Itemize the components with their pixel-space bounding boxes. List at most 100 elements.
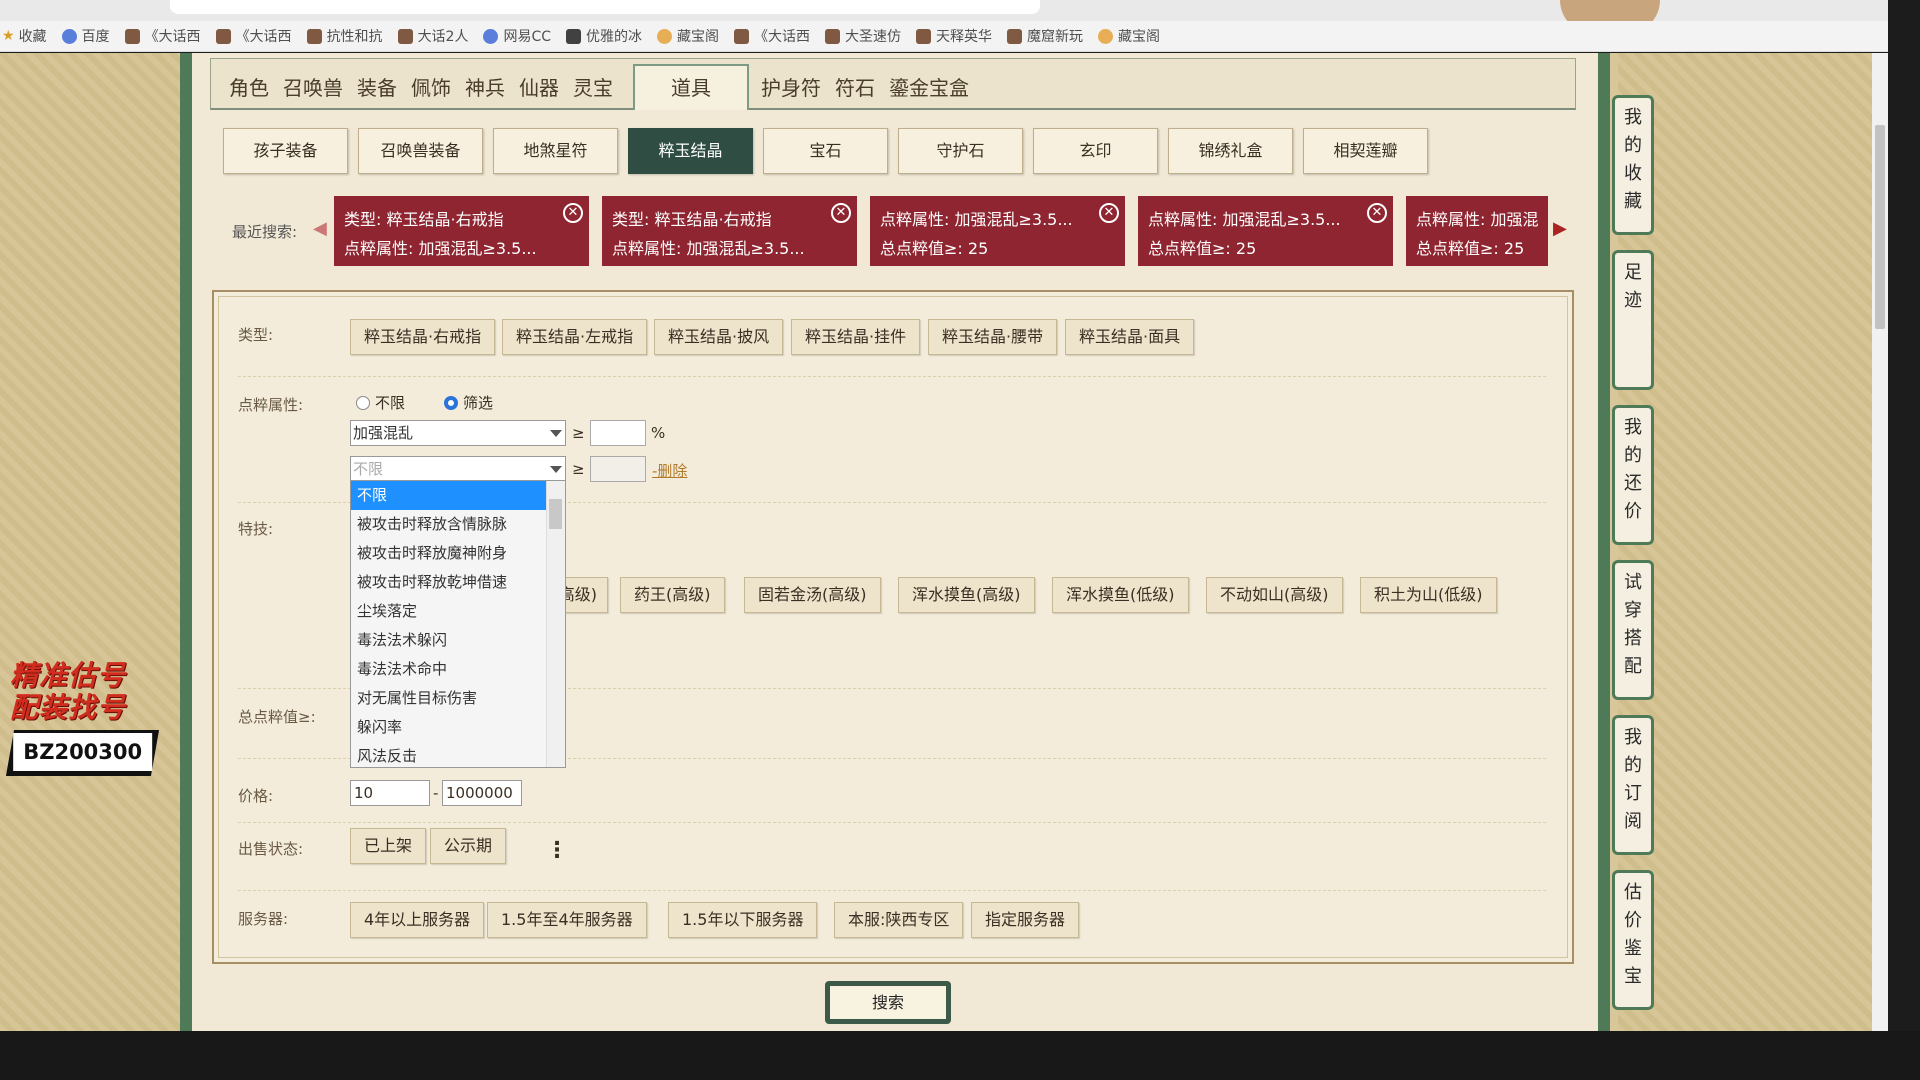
dropdown-option[interactable]: 风法反击 (351, 742, 547, 767)
bookmark-item[interactable]: 天释英华 (916, 26, 992, 46)
sub-tab[interactable]: 孩子装备 (223, 128, 348, 174)
dropdown-options: 不限 被攻击时释放含情脉脉 被攻击时释放魔神附身 被攻击时释放乾坤借速 尘埃落定 毒法法术… (351, 481, 565, 767)
bookmark-item[interactable]: 大话2人 (397, 26, 468, 46)
type-option[interactable]: 粹玉结晶·右戒指 (350, 319, 496, 355)
attr2-value-input[interactable] (590, 456, 646, 482)
sub-tab[interactable]: 锦绣礼盒 (1168, 128, 1293, 174)
status-option[interactable]: 已上架 (350, 828, 427, 864)
status-option[interactable]: 公示期 (430, 828, 507, 864)
radio-unlimited[interactable]: 不限 (356, 392, 405, 413)
server-option[interactable]: 本服:陕西专区 (834, 902, 964, 938)
server-option[interactable]: 指定服务器 (971, 902, 1080, 938)
type-option[interactable]: 粹玉结晶·披风 (654, 319, 784, 355)
recent-search-chip[interactable]: 点粹属性: 加强混乱≥3.5... 总点粹值≥: 25 ✕ (1138, 196, 1393, 266)
bookmark-item[interactable]: 百度 (61, 26, 110, 46)
dropdown-option[interactable]: 被攻击时释放含情脉脉 (351, 510, 547, 539)
bookmark-item[interactable]: 《大话西 (734, 26, 810, 46)
recent-search-chip[interactable]: 类型: 粹玉结晶·右戒指 点粹属性: 加强混乱≥3.5... ✕ (334, 196, 589, 266)
dropdown-option[interactable]: 被攻击时释放乾坤借速 (351, 568, 547, 597)
type-option[interactable]: 粹玉结晶·面具 (1065, 319, 1195, 355)
dropdown-scroll-thumb[interactable] (549, 499, 562, 529)
main-tab[interactable]: 仙器 (519, 68, 559, 108)
server-option[interactable]: 1.5年至4年服务器 (487, 902, 647, 938)
close-icon[interactable]: ✕ (1367, 203, 1387, 223)
skill-option[interactable]: 浑水摸鱼(低级) (1052, 577, 1189, 613)
sub-tab[interactable]: 粹玉结晶 (628, 128, 753, 174)
recent-search-chip[interactable]: 点粹属性: 加强混 总点粹值≥: 25 (1406, 196, 1548, 266)
game-icon (397, 28, 413, 44)
recent-search-chip[interactable]: 点粹属性: 加强混乱≥3.5... 总点粹值≥: 25 ✕ (870, 196, 1125, 266)
type-option[interactable]: 粹玉结晶·腰带 (928, 319, 1058, 355)
bookmark-item[interactable]: 藏宝阁 (657, 26, 719, 46)
sub-tab[interactable]: 相契莲瓣 (1303, 128, 1428, 174)
sub-tab[interactable]: 召唤兽装备 (358, 128, 483, 174)
delete-link[interactable]: -删除 (652, 460, 687, 481)
bookmark-item[interactable]: 魔窟新玩 (1007, 26, 1083, 46)
main-tab[interactable]: 灵宝 (573, 68, 613, 108)
page-scroll-thumb[interactable] (1875, 125, 1885, 329)
close-icon[interactable]: ✕ (1099, 203, 1119, 223)
price-min-input[interactable]: 10 (350, 780, 430, 806)
main-tab[interactable]: 符石 (835, 68, 875, 108)
main-tab[interactable]: 护身符 (761, 68, 821, 108)
skill-option[interactable]: 积土为山(低级) (1360, 577, 1497, 613)
main-tab[interactable]: 召唤兽 (283, 68, 343, 108)
bookmark-item[interactable]: 优雅的冰 (566, 26, 642, 46)
skill-option[interactable]: 不动如山(高级) (1206, 577, 1343, 613)
radio-unlimited-icon[interactable] (356, 396, 370, 410)
sub-tab[interactable]: 地煞星符 (493, 128, 618, 174)
skill-option[interactable]: 固若金汤(高级) (744, 577, 881, 613)
close-icon[interactable]: ✕ (831, 203, 851, 223)
price-max-input[interactable]: 1000000 (442, 780, 522, 806)
main-tab[interactable]: 装备 (357, 68, 397, 108)
type-option[interactable]: 粹玉结晶·左戒指 (502, 319, 648, 355)
bookmark-item[interactable]: 《大话西 (124, 26, 201, 46)
attr2-select[interactable]: 不限 (350, 456, 566, 482)
radio-filter[interactable]: 筛选 (444, 392, 493, 413)
right-nav-item[interactable]: 估价鉴宝 (1612, 870, 1654, 1010)
skill-option[interactable]: 浑水摸鱼(高级) (898, 577, 1035, 613)
address-bar[interactable] (170, 0, 1040, 14)
bookmark-item[interactable]: 抗性和抗 (306, 26, 383, 46)
main-tab[interactable]: 角色 (229, 68, 269, 108)
dropdown-option[interactable]: 尘埃落定 (351, 597, 547, 626)
right-nav-item[interactable]: 我的还价 (1612, 405, 1654, 545)
dropdown-scrollbar[interactable] (546, 481, 565, 767)
dropdown-option[interactable]: 毒法法术命中 (351, 655, 547, 684)
main-tab[interactable]: 道具 (633, 64, 749, 110)
search-button[interactable]: 搜索 (825, 981, 951, 1024)
prev-arrow-icon[interactable]: ◀ (313, 218, 327, 239)
bookmark-item[interactable]: ★ 收藏 (2, 26, 47, 46)
attr1-value-input[interactable] (590, 420, 646, 446)
sub-tab[interactable]: 宝石 (763, 128, 888, 174)
sub-tab[interactable]: 玄印 (1033, 128, 1158, 174)
main-tab[interactable]: 佩饰 (411, 68, 451, 108)
close-icon[interactable]: ✕ (563, 203, 583, 223)
dropdown-option[interactable]: 对无属性目标伤害 (351, 684, 547, 713)
main-tab[interactable]: 神兵 (465, 68, 505, 108)
page-scrollbar[interactable] (1872, 53, 1888, 1031)
dropdown-option[interactable]: 毒法法术躲闪 (351, 626, 547, 655)
type-option[interactable]: 粹玉结晶·挂件 (791, 319, 921, 355)
recent-search-chip[interactable]: 类型: 粹玉结晶·右戒指 点粹属性: 加强混乱≥3.5... ✕ (602, 196, 857, 266)
sub-tab[interactable]: 守护石 (898, 128, 1023, 174)
bookmark-item[interactable]: 藏宝阁 (1098, 26, 1160, 46)
next-arrow-icon[interactable]: ▶ (1553, 218, 1567, 239)
skill-option[interactable]: 药王(高级) (620, 577, 725, 613)
right-nav-item[interactable]: 我的收藏 (1612, 95, 1654, 235)
bookmark-item[interactable]: 大圣速仿 (825, 26, 901, 46)
radio-filter-icon[interactable] (444, 396, 458, 410)
right-nav-item[interactable]: 我的订阅 (1612, 715, 1654, 855)
promo-line1: 精准估号 (10, 659, 127, 692)
server-option[interactable]: 1.5年以下服务器 (668, 902, 818, 938)
right-nav-item[interactable]: 试穿搭配 (1612, 560, 1654, 700)
bookmark-item[interactable]: 网易CC (483, 26, 551, 46)
server-option[interactable]: 4年以上服务器 (350, 902, 485, 938)
right-nav-item[interactable]: 足迹 (1612, 250, 1654, 390)
attr1-select[interactable]: 加强混乱 (350, 420, 566, 446)
dropdown-option[interactable]: 被攻击时释放魔神附身 (351, 539, 547, 568)
dropdown-option[interactable]: 不限 (351, 481, 547, 510)
bookmark-item[interactable]: 《大话西 (215, 26, 292, 46)
main-tab[interactable]: 鎏金宝盒 (889, 68, 969, 108)
dropdown-option[interactable]: 躲闪率 (351, 713, 547, 742)
